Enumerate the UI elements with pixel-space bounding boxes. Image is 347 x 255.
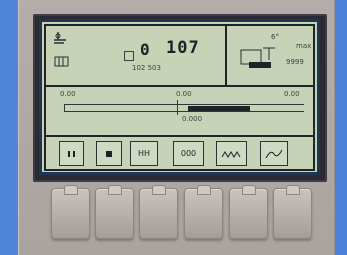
lcd-frame-bottom bbox=[44, 169, 315, 171]
hard-key-3[interactable] bbox=[139, 185, 178, 239]
counter-left: 0 bbox=[140, 40, 151, 59]
hard-key-5[interactable] bbox=[229, 185, 268, 239]
top-right-unit: max bbox=[296, 42, 312, 50]
tool-icon bbox=[54, 32, 66, 44]
softkey-wave[interactable] bbox=[216, 141, 247, 166]
hard-key-4[interactable] bbox=[184, 185, 223, 239]
softkey-bars-label: HH bbox=[137, 149, 151, 158]
scale-value: 0.000 bbox=[182, 115, 203, 123]
lcd-divider-bottom bbox=[44, 135, 315, 137]
lcd-frame-top bbox=[44, 24, 315, 26]
lcd-divider-vertical bbox=[225, 24, 227, 86]
background-left bbox=[0, 0, 18, 255]
counter-right: 107 bbox=[166, 38, 200, 58]
scale-pointer bbox=[177, 100, 178, 115]
scale-track bbox=[64, 104, 304, 112]
stop-icon bbox=[106, 150, 112, 157]
device-panel: 0 107 102 503 6° max 9999 0.00 0.00 0.00… bbox=[18, 0, 335, 255]
hard-key-1-nub bbox=[64, 185, 78, 195]
softkey-bars[interactable]: HH bbox=[130, 141, 158, 166]
scale-fill bbox=[188, 106, 250, 111]
lcd-frame-right bbox=[313, 24, 315, 171]
hard-key-4-nub bbox=[197, 185, 211, 195]
counter-marker bbox=[124, 51, 134, 61]
hard-key-5-nub bbox=[242, 185, 256, 195]
gauge-icon bbox=[240, 47, 275, 68]
lcd-screen: 0 107 102 503 6° max 9999 0.00 0.00 0.00… bbox=[39, 19, 320, 175]
hard-key-2-nub bbox=[108, 185, 122, 195]
softkey-digits-label: 000 bbox=[180, 149, 197, 158]
curve-icon bbox=[265, 149, 283, 158]
lcd-divider-top bbox=[44, 85, 315, 87]
softkey-stop[interactable] bbox=[96, 141, 122, 166]
background-right bbox=[333, 0, 347, 255]
pause-icon bbox=[67, 150, 75, 157]
hard-key-6-nub bbox=[286, 185, 300, 195]
hard-key-1[interactable] bbox=[51, 185, 90, 239]
top-right-value: 6° bbox=[271, 33, 279, 41]
wave-icon bbox=[221, 150, 240, 158]
scale-left-label: 0.00 bbox=[60, 90, 76, 98]
softkey-curve[interactable] bbox=[260, 141, 288, 166]
counter-sub: 102 503 bbox=[132, 64, 161, 72]
hard-key-6[interactable] bbox=[273, 185, 312, 239]
top-right-sub: 9999 bbox=[286, 58, 304, 66]
hard-key-2[interactable] bbox=[95, 185, 134, 239]
scale-right-label: 0.00 bbox=[284, 90, 300, 98]
scale-mid-label: 0.00 bbox=[176, 90, 192, 98]
softkey-pause[interactable] bbox=[59, 141, 84, 166]
grid-icon bbox=[54, 56, 69, 67]
softkey-digits[interactable]: 000 bbox=[173, 141, 204, 166]
hard-key-3-nub bbox=[152, 185, 166, 195]
lcd-frame-left bbox=[44, 24, 46, 171]
